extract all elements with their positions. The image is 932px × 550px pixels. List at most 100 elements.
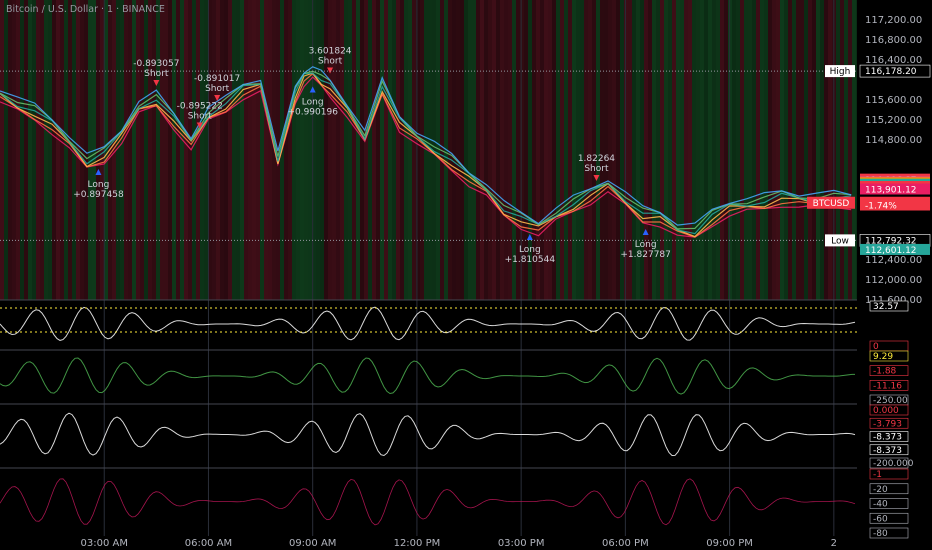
bg-stripe	[480, 0, 484, 300]
bg-stripe	[448, 0, 452, 300]
bg-stripe	[64, 0, 68, 300]
bg-stripe	[760, 0, 764, 300]
time-axis[interactable]: 03:00 AM 06:00 AM 09:00 AM 12:00 PM 03:00 PM…	[80, 538, 837, 549]
bg-stripe	[316, 0, 320, 300]
bg-stripe	[568, 0, 572, 300]
signal-value: -0.895222	[177, 102, 223, 112]
bg-stripe	[420, 0, 424, 300]
bg-stripe	[576, 0, 580, 300]
bg-stripe	[60, 0, 64, 300]
bg-stripe	[136, 0, 140, 300]
pane-tag-text: -3.793	[873, 419, 902, 429]
bg-stripe	[784, 0, 788, 300]
price-chart[interactable]: -0.893057Short -0.891017Short-0.895222Sho…	[0, 0, 932, 550]
bg-stripe	[148, 0, 152, 300]
bg-stripe	[372, 0, 376, 300]
bg-stripe	[680, 0, 684, 300]
signal-side: Long	[519, 245, 541, 255]
bg-stripe	[752, 0, 756, 300]
signal-side: Long	[88, 180, 110, 190]
bg-stripe	[376, 0, 380, 300]
bg-stripe	[48, 0, 52, 300]
bg-stripe	[264, 0, 268, 300]
bg-stripe	[360, 0, 364, 300]
bg-stripe	[172, 0, 176, 300]
bg-stripe	[152, 0, 156, 300]
bg-stripe	[732, 0, 736, 300]
chart-stage[interactable]: -0.893057 Short -0.891017 Short -0.895222 Sho…	[0, 0, 932, 550]
bg-stripe	[256, 0, 260, 300]
pane-tag-text: 32.57	[873, 302, 899, 312]
bg-stripe	[816, 0, 820, 300]
bg-stripe	[320, 0, 324, 300]
pane-tag-text: -250.00	[873, 396, 908, 406]
signal-side: Short	[318, 57, 343, 67]
bg-stripe	[684, 0, 688, 300]
bg-stripe	[588, 0, 592, 300]
bg-stripe	[288, 0, 292, 300]
bg-stripe	[204, 0, 208, 300]
bg-stripe	[808, 0, 812, 300]
bg-stripe	[192, 0, 196, 300]
bg-stripe	[356, 0, 360, 300]
bg-stripe	[792, 0, 796, 300]
bg-stripe	[120, 0, 124, 300]
bg-stripe	[332, 0, 336, 300]
bg-stripe	[736, 0, 740, 300]
bg-stripe	[756, 0, 760, 300]
bg-stripe	[408, 0, 412, 300]
bg-stripe	[584, 0, 588, 300]
bg-stripe	[748, 0, 752, 300]
bg-stripe	[24, 0, 28, 300]
signal-side: Short	[144, 69, 169, 79]
signal-value: -0.893057	[133, 59, 179, 69]
bg-stripe	[324, 0, 328, 300]
pane-tag-text: 0	[873, 342, 879, 352]
price-tag-text: 112,601.12	[865, 246, 917, 256]
bg-stripe	[348, 0, 352, 300]
signal-value: +1.827787	[620, 250, 670, 260]
bg-stripe	[52, 0, 56, 300]
bg-stripe	[12, 0, 16, 300]
bg-stripe	[836, 0, 840, 300]
bg-stripe	[848, 0, 852, 300]
bg-stripe	[692, 0, 696, 300]
signal-side: Short	[188, 112, 213, 122]
bg-stripe	[220, 0, 224, 300]
bg-stripe	[124, 0, 128, 300]
bg-stripe	[284, 0, 288, 300]
indicator-panes	[0, 299, 932, 526]
bg-stripe	[772, 0, 776, 300]
bg-stripe	[468, 0, 472, 300]
bg-stripe	[780, 0, 784, 300]
bg-stripe	[788, 0, 792, 300]
signal-value: +0.897458	[73, 190, 124, 200]
bg-stripe	[344, 0, 348, 300]
bg-stripe	[388, 0, 392, 300]
bg-stripe	[196, 0, 200, 300]
bg-stripe	[472, 0, 476, 300]
bg-stripe	[144, 0, 148, 300]
pane-tag-text: -80	[873, 529, 888, 539]
bg-stripe	[308, 0, 312, 300]
indicator-line	[0, 357, 855, 395]
bg-stripe	[700, 0, 704, 300]
bg-stripe	[612, 0, 616, 300]
bg-stripe	[84, 0, 88, 300]
bg-stripe	[184, 0, 188, 300]
bg-stripe	[496, 0, 500, 300]
pane-tag-text: 9.29	[873, 352, 893, 362]
bg-stripe	[32, 0, 36, 300]
y-tick-label: 115,200.00	[865, 115, 922, 126]
bg-stripe	[464, 0, 468, 300]
x-tick-label: 03:00 PM	[498, 538, 545, 549]
bg-stripe	[140, 0, 144, 300]
bg-stripe	[844, 0, 848, 300]
signal-value: 3.601824	[309, 47, 352, 57]
bg-stripe	[676, 0, 680, 300]
bg-stripe	[352, 0, 356, 300]
bg-stripe	[248, 0, 252, 300]
bg-stripe	[156, 0, 160, 300]
bg-stripe	[852, 0, 856, 300]
y-tick-label: 117,200.00	[865, 15, 922, 26]
